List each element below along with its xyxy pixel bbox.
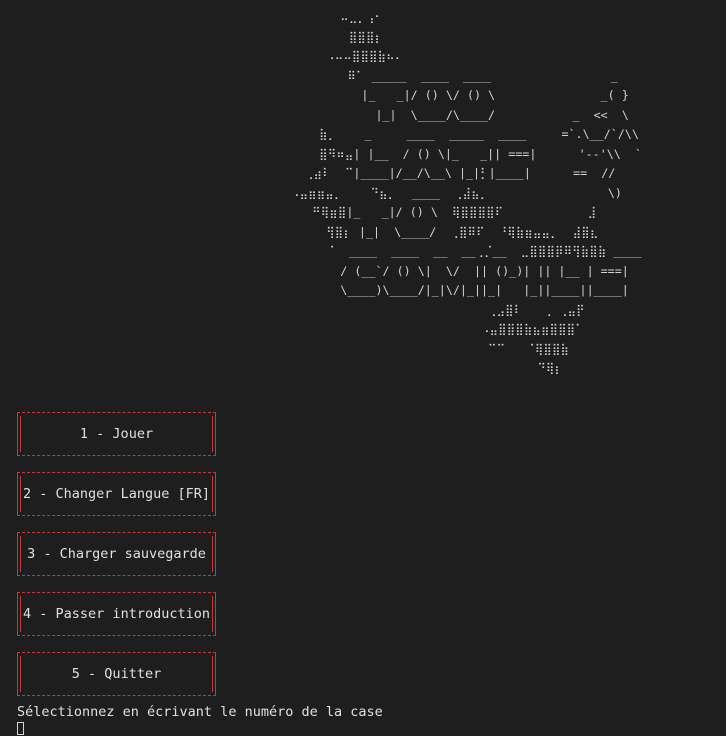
terminal-input-cursor[interactable] [17,722,24,735]
ascii-logo-art: ⠤⣀⡀⢠⠂⠀⠀⠀⠀⠀⠀⠀⠀⠀⠀⠀⠀⠀⠀⠀⠀⠀⠀⠀⠀⠀ ⠀⣿⣿⣿⡆⠀⠀⠀⠀⠀⠀⠀⠀… [291,10,642,375]
menu-option-label: 4 - Passer introduction [23,606,210,622]
menu-option-label: 3 - Charger sauvegarde [27,546,206,562]
menu-option-play[interactable]: 1 - Jouer [17,412,216,456]
menu-option-change-language[interactable]: 2 - Changer Langue [FR] [17,472,216,516]
menu-option-label: 5 - Quitter [71,666,162,682]
menu-option-label: 1 - Jouer [79,426,154,442]
selection-prompt: Sélectionnez en écrivant le numéro de la… [17,704,383,720]
menu-option-label: 2 - Changer Langue [FR] [23,486,210,502]
menu-option-quit[interactable]: 5 - Quitter [17,652,216,696]
menu-option-skip-intro[interactable]: 4 - Passer introduction [17,592,216,636]
menu-option-load-save[interactable]: 3 - Charger sauvegarde [17,532,216,576]
